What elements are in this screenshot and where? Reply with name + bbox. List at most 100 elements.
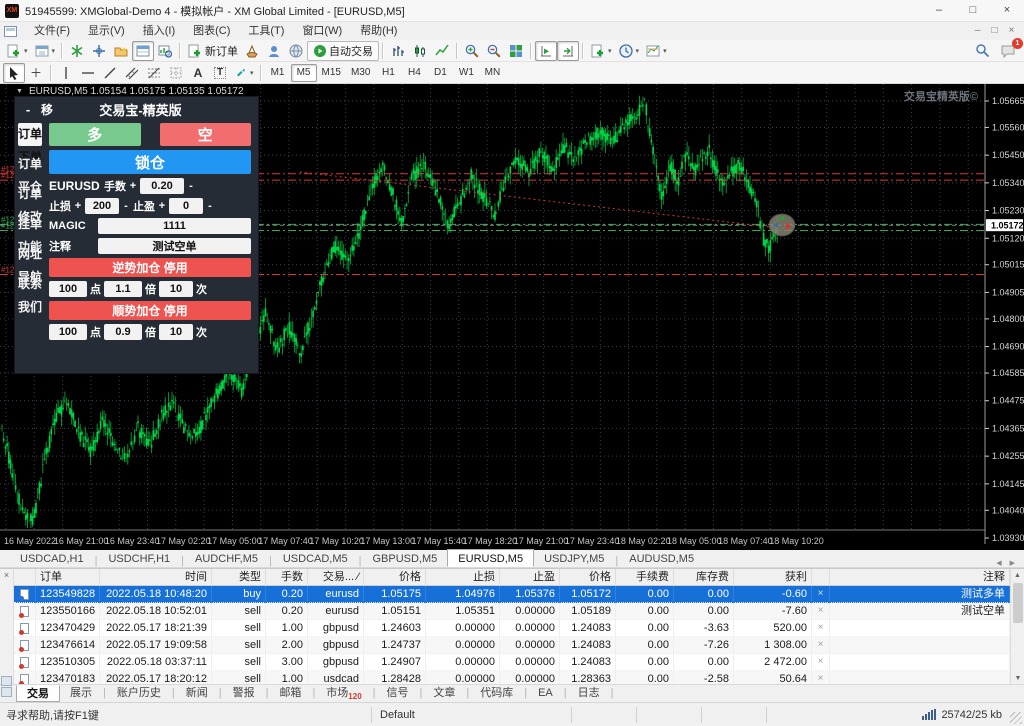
bottom-tab-[interactable]: 市场120: [316, 685, 371, 702]
bottom-tab-[interactable]: 交易: [16, 685, 60, 702]
order-row[interactable]: 1235498282022.05.18 10:48:20buy0.20eurus…: [14, 586, 1010, 603]
column-header-1[interactable]: 时间: [100, 569, 212, 586]
news-globe-button[interactable]: [285, 41, 307, 61]
column-header-3[interactable]: 手数: [266, 569, 308, 586]
menu-item-F[interactable]: 文件(F): [25, 23, 79, 40]
sl-plus-button[interactable]: +: [74, 200, 82, 212]
column-header-5[interactable]: 价格: [364, 569, 426, 586]
tab-scroll-arrows[interactable]: ◀ ▶: [996, 559, 1024, 567]
close-order-icon[interactable]: ×: [812, 637, 830, 654]
order-row[interactable]: 1234766142022.05.17 19:09:58sell2.00gbpu…: [14, 637, 1010, 654]
chat-icon[interactable]: 1: [1000, 43, 1016, 58]
panel-menu-订单下单[interactable]: 订单下单: [18, 123, 42, 146]
data-window-button[interactable]: [88, 41, 110, 61]
chevron-down-icon[interactable]: ▼: [16, 88, 23, 95]
column-header-12[interactable]: 注释: [830, 569, 1010, 586]
counter-trend-add-button[interactable]: 逆势加仓 停用: [49, 258, 251, 277]
chart-tab-USDCADM5[interactable]: USDCAD,M5: [273, 551, 358, 567]
scroll-thumb[interactable]: [1013, 583, 1023, 623]
window-close-button[interactable]: ×: [990, 0, 1024, 22]
sl-input[interactable]: [85, 198, 119, 214]
window-maximize-button[interactable]: □: [956, 0, 990, 22]
timeframe-D1[interactable]: D1: [427, 64, 453, 82]
chart-minimize-button[interactable]: –: [969, 23, 986, 39]
chart-tab-USDCADH1[interactable]: USDCAD,H1: [10, 551, 94, 567]
timeframe-MN[interactable]: MN: [479, 64, 505, 82]
navigator-button[interactable]: [110, 41, 132, 61]
sell-button[interactable]: 空: [160, 123, 252, 146]
horizontal-line-tool-button[interactable]: [77, 63, 99, 83]
panel-menu-挂单功能[interactable]: 挂单功能: [18, 213, 42, 236]
panel-menu-联系我们[interactable]: 联系我们: [18, 273, 42, 296]
cursor-tool-button[interactable]: [3, 63, 25, 83]
close-order-icon[interactable]: ×: [812, 620, 830, 637]
zoom-in-button[interactable]: [461, 41, 483, 61]
search-icon[interactable]: [975, 43, 990, 58]
fibonacci-tool-button[interactable]: [143, 63, 165, 83]
panel-menu-订单平仓[interactable]: 订单平仓: [18, 153, 42, 176]
column-header-8[interactable]: 价格: [560, 569, 616, 586]
bottom-tab-EA[interactable]: EA: [528, 685, 563, 702]
arrows-tool-button[interactable]: ▾: [231, 63, 257, 83]
bar-chart-button[interactable]: [387, 41, 409, 61]
trend-points-input[interactable]: [49, 324, 87, 340]
terminal-scrollbar[interactable]: ▲ ▼: [1010, 569, 1024, 685]
window-minimize-button[interactable]: –: [922, 0, 956, 22]
chart-shift-button[interactable]: [557, 41, 579, 61]
column-header-4[interactable]: 交易... ⁄: [308, 569, 364, 586]
bottom-tab-[interactable]: 账户历史: [107, 685, 171, 702]
zoom-out-button[interactable]: [483, 41, 505, 61]
metaeditor-button[interactable]: [241, 41, 263, 61]
timeframe-W1[interactable]: W1: [453, 64, 479, 82]
column-header-2[interactable]: 类型: [212, 569, 266, 586]
close-order-icon[interactable]: ×: [812, 586, 830, 603]
trend-times-input[interactable]: [159, 324, 193, 340]
new-chart-button[interactable]: ▾: [3, 41, 31, 61]
crosshair-tool-button[interactable]: ＋: [25, 63, 47, 83]
lots-minus-button[interactable]: -: [187, 180, 195, 192]
magic-input[interactable]: [98, 218, 251, 234]
bottom-tab-[interactable]: 邮箱: [269, 685, 311, 702]
terminal-close-icon[interactable]: ×: [0, 569, 13, 581]
bottom-tab-[interactable]: 警报: [223, 685, 265, 702]
timeframe-M15[interactable]: M15: [317, 64, 346, 82]
menu-item-V[interactable]: 显示(V): [79, 23, 134, 40]
order-row[interactable]: 1234704292022.05.17 18:21:39sell1.00gbpu…: [14, 620, 1010, 637]
text-label-tool-button[interactable]: T: [209, 63, 231, 83]
profiles-button[interactable]: ▾: [31, 41, 59, 61]
new-order-button[interactable]: 新订单: [184, 41, 241, 61]
tile-windows-button[interactable]: [505, 41, 527, 61]
timeframe-M5[interactable]: M5: [291, 64, 317, 82]
market-watch-button[interactable]: [66, 41, 88, 61]
trend-add-button[interactable]: 顺势加仓 停用: [49, 301, 251, 320]
tp-minus-button[interactable]: -: [206, 200, 214, 212]
chart-tab-AUDUSDM5[interactable]: AUDUSD,M5: [619, 551, 704, 567]
tp-input[interactable]: [169, 198, 203, 214]
bottom-tab-[interactable]: 新闻: [176, 685, 218, 702]
chart-restore-button[interactable]: □: [986, 23, 1003, 39]
text-tool-button[interactable]: A: [187, 63, 209, 83]
timeframe-M1[interactable]: M1: [265, 64, 291, 82]
menu-item-I[interactable]: 插入(I): [134, 23, 184, 40]
trend-mult-input[interactable]: [104, 324, 142, 340]
indicators-button[interactable]: ▾: [587, 41, 615, 61]
auto-scroll-button[interactable]: [535, 41, 557, 61]
status-profile[interactable]: Default: [371, 707, 571, 723]
lock-position-button[interactable]: 锁仓: [49, 150, 251, 174]
lots-plus-button[interactable]: +: [129, 180, 137, 192]
channel-tool-button[interactable]: [121, 63, 143, 83]
panel-menu-订单修改[interactable]: 订单修改: [18, 183, 42, 206]
panel-minimize-button[interactable]: -: [15, 102, 41, 117]
periods-button[interactable]: ▾: [615, 41, 643, 61]
bottom-tab-[interactable]: 信号: [377, 685, 419, 702]
bottom-tab-[interactable]: 展示: [60, 685, 102, 702]
line-chart-button[interactable]: [431, 41, 453, 61]
chart-close-button[interactable]: ×: [1003, 23, 1020, 39]
counter-mult-input[interactable]: [104, 281, 142, 297]
column-header-0[interactable]: 订单: [36, 569, 100, 586]
candlestick-button[interactable]: [409, 41, 431, 61]
tp-plus-button[interactable]: +: [158, 200, 166, 212]
vertical-line-tool-button[interactable]: [55, 63, 77, 83]
bottom-tab-[interactable]: 文章: [423, 685, 465, 702]
column-header-10[interactable]: 库存费: [674, 569, 734, 586]
